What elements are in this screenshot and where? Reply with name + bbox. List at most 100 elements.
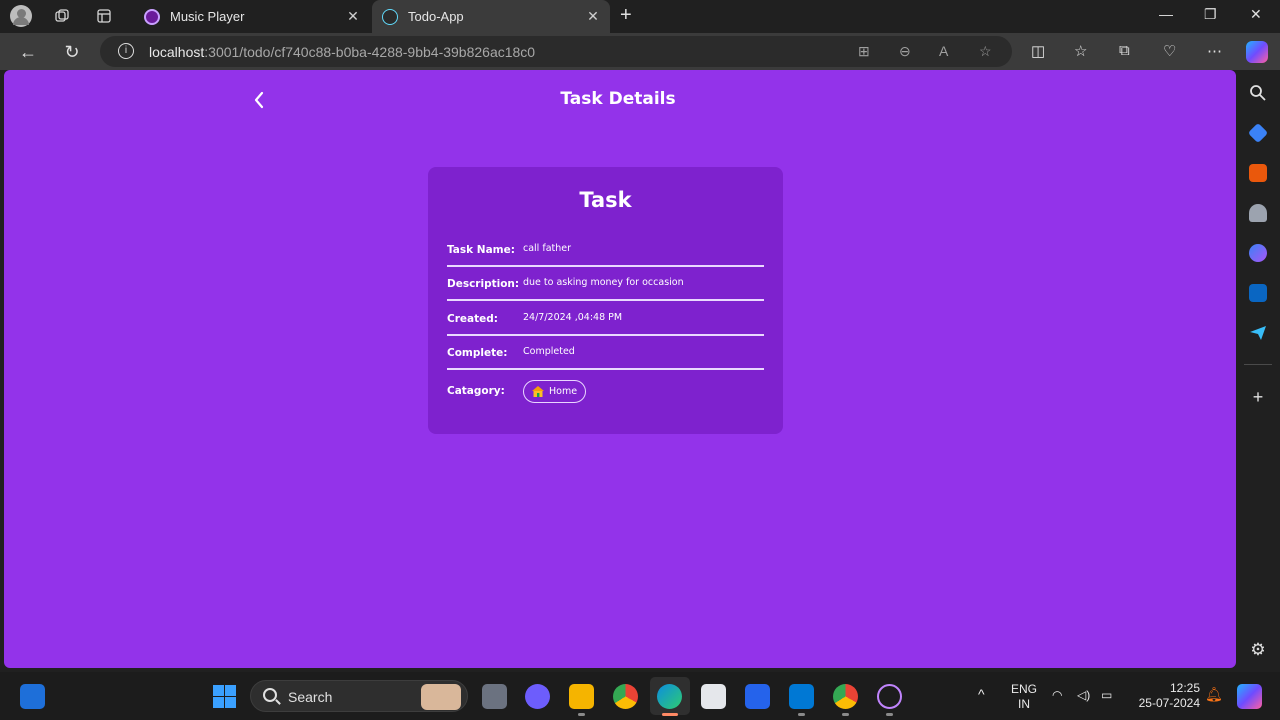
workspaces-icon[interactable] xyxy=(51,5,73,27)
task-view-icon[interactable] xyxy=(482,684,507,709)
field-label: Description: xyxy=(447,278,520,290)
copilot-taskbar-icon[interactable] xyxy=(1237,684,1262,709)
new-tab-icon[interactable]: + xyxy=(620,4,632,27)
favorites-icon[interactable]: ☆ xyxy=(1074,42,1087,60)
taskbar-search[interactable]: Search xyxy=(250,680,468,712)
browser-essentials-icon[interactable]: ♡ xyxy=(1163,42,1176,60)
games-icon[interactable] xyxy=(1249,204,1267,222)
category-row: Catagory: Home xyxy=(447,377,764,411)
read-aloud-icon[interactable]: A xyxy=(939,43,948,59)
divider xyxy=(447,368,764,370)
language-indicator[interactable]: ENG IN xyxy=(1008,682,1040,712)
site-info-icon[interactable]: i xyxy=(118,43,134,59)
microsoft-365-icon[interactable] xyxy=(1249,244,1267,262)
clock-date: 25-07-2024 xyxy=(1138,696,1200,710)
react-favicon-icon xyxy=(382,8,398,25)
task-card: Task Task Name: call father Description:… xyxy=(428,167,783,434)
browser-title-bar: Music Player ✕ Todo-App ✕ + — ❐ ✕ xyxy=(0,0,1280,33)
task-name-row: Task Name: call father xyxy=(447,233,764,267)
complete-row: Complete: Completed xyxy=(447,336,764,370)
tab-label: Music Player xyxy=(170,9,245,24)
field-label: Complete: xyxy=(447,347,508,359)
back-arrow-icon[interactable]: ← xyxy=(16,40,40,64)
close-tab-icon[interactable]: ✕ xyxy=(342,8,364,25)
active-indicator xyxy=(662,713,678,716)
close-window-icon[interactable]: ✕ xyxy=(1250,6,1262,23)
notification-bell-icon[interactable]: 🔔︎ xyxy=(1205,687,1223,702)
chrome-profile-icon[interactable] xyxy=(833,684,858,709)
outlook-icon[interactable] xyxy=(1249,284,1267,302)
send-icon[interactable] xyxy=(1249,324,1267,342)
category-label: Home xyxy=(549,386,578,397)
divider xyxy=(1244,364,1272,365)
divider xyxy=(447,299,764,301)
tools-icon[interactable] xyxy=(1249,164,1267,182)
field-value: 24/7/2024 ,04:48 PM xyxy=(523,312,623,323)
language-code: ENG xyxy=(1010,682,1037,696)
copilot-icon[interactable] xyxy=(1246,41,1268,63)
collections-icon[interactable]: ⧉ xyxy=(1119,42,1130,59)
close-tab-icon[interactable]: ✕ xyxy=(582,8,604,25)
category-chip[interactable]: Home xyxy=(523,380,587,403)
file-explorer-icon[interactable] xyxy=(569,684,594,709)
field-value: due to asking money for occasion xyxy=(523,277,684,288)
volume-icon[interactable]: ◁) xyxy=(1077,688,1090,703)
url-host: localhost xyxy=(149,44,205,60)
refresh-icon[interactable]: ↻ xyxy=(60,40,84,64)
running-indicator xyxy=(798,713,805,716)
description-row: Description: due to asking money for occ… xyxy=(447,267,764,301)
teams-icon[interactable] xyxy=(525,684,550,709)
windows-start-icon[interactable] xyxy=(212,684,237,709)
media-player-icon[interactable] xyxy=(877,684,902,709)
house-icon xyxy=(532,386,544,397)
tab-todo-app[interactable]: Todo-App ✕ xyxy=(372,0,610,33)
page-title: Task Details xyxy=(560,89,676,109)
settings-gear-icon[interactable]: ⚙ xyxy=(1249,641,1267,659)
field-value: call father xyxy=(523,243,572,254)
browser-toolbar: ← ↻ i localhost:3001/todo/cf740c88-b0ba-… xyxy=(0,33,1280,70)
mail-icon[interactable] xyxy=(745,684,770,709)
music-player-favicon-icon xyxy=(144,8,160,25)
profile-avatar-icon[interactable] xyxy=(10,5,32,27)
tab-actions-icon[interactable] xyxy=(93,5,115,27)
edge-sidebar: + ⚙ xyxy=(1236,70,1280,670)
restore-icon[interactable]: ❐ xyxy=(1204,6,1217,23)
tab-label: Todo-App xyxy=(408,9,464,24)
tab-music-player[interactable]: Music Player ✕ xyxy=(134,0,370,33)
clock[interactable]: 12:25 25-07-2024 xyxy=(1130,681,1200,711)
search-highlight-icon xyxy=(421,684,461,710)
field-label: Created: xyxy=(447,313,498,325)
minimize-icon[interactable]: — xyxy=(1159,6,1173,22)
field-value: Completed xyxy=(523,346,575,357)
widgets-icon[interactable] xyxy=(20,684,45,709)
app-available-icon[interactable]: ⊞ xyxy=(858,43,870,60)
vscode-icon[interactable] xyxy=(789,684,814,709)
split-screen-icon[interactable]: ◫ xyxy=(1031,42,1045,60)
wifi-icon[interactable]: ◠ xyxy=(1052,688,1062,703)
favorite-star-icon[interactable]: ☆ xyxy=(979,43,992,60)
windows-taskbar: Search ^ ENG IN ◠ ◁) ▭ 12:25 25-07-2024 … xyxy=(0,672,1280,720)
search-icon[interactable] xyxy=(1249,84,1267,102)
field-label: Catagory: xyxy=(447,385,505,397)
search-label: Search xyxy=(288,689,333,705)
edge-icon[interactable] xyxy=(657,684,682,709)
show-hidden-icons-icon[interactable]: ^ xyxy=(978,687,985,702)
running-indicator xyxy=(842,713,849,716)
microsoft-store-icon[interactable] xyxy=(701,684,726,709)
url-text[interactable]: localhost:3001/todo/cf740c88-b0ba-4288-9… xyxy=(149,44,535,60)
address-bar[interactable]: i localhost:3001/todo/cf740c88-b0ba-4288… xyxy=(100,36,1012,67)
field-label: Task Name: xyxy=(447,244,515,256)
card-title: Task xyxy=(579,188,632,212)
battery-icon[interactable]: ▭ xyxy=(1101,688,1112,703)
chrome-icon[interactable] xyxy=(613,684,638,709)
zoom-out-icon[interactable]: ⊖ xyxy=(899,43,911,60)
page-viewport: Task Details Task Task Name: call father… xyxy=(4,70,1236,668)
running-indicator xyxy=(886,713,893,716)
created-row: Created: 24/7/2024 ,04:48 PM xyxy=(447,302,764,336)
running-indicator xyxy=(578,713,585,716)
shopping-tag-icon[interactable] xyxy=(1247,122,1269,144)
more-menu-icon[interactable]: ⋯ xyxy=(1207,42,1222,60)
add-icon[interactable]: + xyxy=(1249,388,1267,406)
url-path: :3001/todo/cf740c88-b0ba-4288-9bb4-39b82… xyxy=(204,44,536,60)
clock-time: 12:25 xyxy=(1169,681,1200,695)
